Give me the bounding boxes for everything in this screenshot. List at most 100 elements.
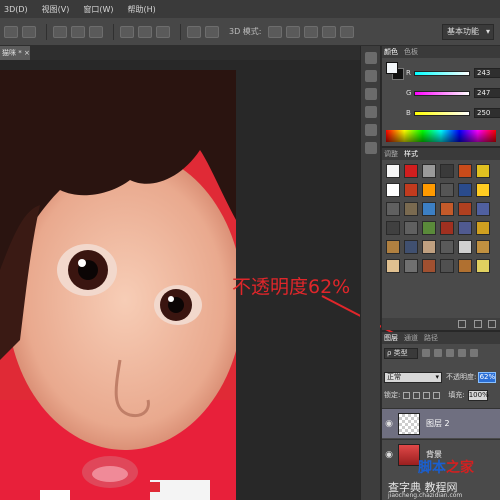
new-style-icon[interactable] <box>474 320 482 328</box>
pan-3d-icon[interactable] <box>303 25 318 38</box>
style-swatch[interactable] <box>458 240 472 254</box>
style-swatch[interactable] <box>404 221 418 235</box>
auto-select-icon[interactable] <box>22 25 36 38</box>
align-left-icon[interactable] <box>120 25 134 38</box>
paragraph-icon[interactable] <box>364 142 377 154</box>
style-swatch[interactable] <box>440 221 454 235</box>
style-swatch[interactable] <box>458 164 472 178</box>
tab-swatches[interactable]: 色板 <box>404 47 418 57</box>
opacity-input[interactable]: 62% <box>478 371 497 383</box>
distribute-icon[interactable] <box>205 25 219 38</box>
rotate-3d-icon[interactable] <box>267 25 282 38</box>
style-swatch[interactable] <box>422 240 436 254</box>
style-swatch[interactable] <box>440 259 454 273</box>
style-swatch[interactable] <box>422 202 436 216</box>
style-swatch[interactable] <box>476 164 490 178</box>
style-swatch[interactable] <box>458 183 472 197</box>
color-spectrum[interactable] <box>386 130 496 142</box>
fg-bg-swatch[interactable] <box>386 62 404 80</box>
tab-paths[interactable]: 路径 <box>424 333 438 343</box>
style-swatch[interactable] <box>458 202 472 216</box>
brush-icon[interactable] <box>364 88 377 100</box>
character-icon[interactable] <box>364 124 377 136</box>
menu-view[interactable]: 视图(V) <box>42 4 70 15</box>
style-swatch[interactable] <box>404 164 418 178</box>
scale-3d-icon[interactable] <box>339 25 354 38</box>
style-swatch[interactable] <box>440 164 454 178</box>
style-swatch[interactable] <box>404 259 418 273</box>
lock-image-icon[interactable] <box>413 391 421 399</box>
foreground-color-swatch[interactable] <box>386 62 398 74</box>
menu-3d[interactable]: 3D(D) <box>4 5 28 14</box>
align-right-icon[interactable] <box>156 25 170 38</box>
lock-all-icon[interactable] <box>433 391 441 399</box>
align-top-icon[interactable] <box>53 25 67 38</box>
smart-object-filter-icon[interactable] <box>470 349 478 357</box>
menu-window[interactable]: 窗口(W) <box>83 4 113 15</box>
style-swatch[interactable] <box>440 202 454 216</box>
style-swatch[interactable] <box>422 164 436 178</box>
style-swatch[interactable] <box>476 240 490 254</box>
slider-b[interactable]: B 250 <box>406 108 500 118</box>
eye-icon[interactable]: ◉ <box>382 419 396 429</box>
channel-value-input[interactable]: 247 <box>474 88 500 98</box>
workspace-select[interactable]: 基本功能 ▾ <box>442 24 494 40</box>
style-swatch[interactable] <box>458 221 472 235</box>
channel-track[interactable] <box>414 90 470 96</box>
lock-position-icon[interactable] <box>423 391 431 399</box>
menu-help[interactable]: 帮助(H) <box>128 4 156 15</box>
lock-transparency-icon[interactable] <box>403 391 411 399</box>
clone-source-icon[interactable] <box>364 106 377 118</box>
style-swatch[interactable] <box>476 202 490 216</box>
channel-track[interactable] <box>414 110 470 116</box>
move-icon[interactable] <box>4 25 18 38</box>
pixel-filter-icon[interactable] <box>422 349 430 357</box>
style-swatch[interactable] <box>404 240 418 254</box>
tab-channels[interactable]: 通道 <box>404 333 418 343</box>
blend-mode-select[interactable]: 正常 ▾ <box>384 371 442 383</box>
style-swatch[interactable] <box>386 183 400 197</box>
type-filter-icon[interactable] <box>446 349 454 357</box>
align-bottom-icon[interactable] <box>89 25 103 38</box>
style-swatch[interactable] <box>404 202 418 216</box>
history-icon[interactable] <box>364 52 377 64</box>
shape-filter-icon[interactable] <box>458 349 466 357</box>
style-swatch[interactable] <box>422 221 436 235</box>
tab-color[interactable]: 颜色 <box>384 47 398 57</box>
clear-style-icon[interactable] <box>458 320 466 328</box>
fill-input[interactable]: 100% <box>467 389 489 401</box>
style-swatch[interactable] <box>386 164 400 178</box>
style-swatch[interactable] <box>386 221 400 235</box>
distribute-icon[interactable] <box>187 25 201 38</box>
style-swatch[interactable] <box>386 202 400 216</box>
style-swatch[interactable] <box>458 259 472 273</box>
style-swatch[interactable] <box>422 259 436 273</box>
channel-value-input[interactable]: 243 <box>474 68 500 78</box>
style-swatch[interactable] <box>386 259 400 273</box>
style-swatch[interactable] <box>404 183 418 197</box>
actions-icon[interactable] <box>364 70 377 82</box>
style-swatch[interactable] <box>476 221 490 235</box>
tab-layers[interactable]: 图层 <box>384 333 398 343</box>
align-center-icon[interactable] <box>138 25 152 38</box>
style-swatch[interactable] <box>440 240 454 254</box>
tab-styles[interactable]: 样式 <box>404 149 418 159</box>
layer-kind-select[interactable]: ρ 类型 <box>384 347 418 359</box>
style-swatch[interactable] <box>422 183 436 197</box>
document-tab[interactable]: 猫咪 * × <box>0 46 30 60</box>
roll-3d-icon[interactable] <box>285 25 300 38</box>
slide-3d-icon[interactable] <box>321 25 336 38</box>
style-swatch[interactable] <box>476 183 490 197</box>
trash-icon[interactable] <box>488 320 496 328</box>
slider-g[interactable]: G 247 <box>406 88 500 98</box>
layer-name[interactable]: 图层 2 <box>426 418 450 429</box>
align-middle-icon[interactable] <box>71 25 85 38</box>
channel-value-input[interactable]: 250 <box>474 108 500 118</box>
channel-track[interactable] <box>414 70 470 76</box>
style-swatch[interactable] <box>476 259 490 273</box>
layer-row[interactable]: ◉ 图层 2 <box>382 408 500 438</box>
tab-adjustments[interactable]: 调整 <box>384 149 398 159</box>
slider-r[interactable]: R 243 <box>406 68 500 78</box>
style-swatch[interactable] <box>440 183 454 197</box>
adjustment-filter-icon[interactable] <box>434 349 442 357</box>
